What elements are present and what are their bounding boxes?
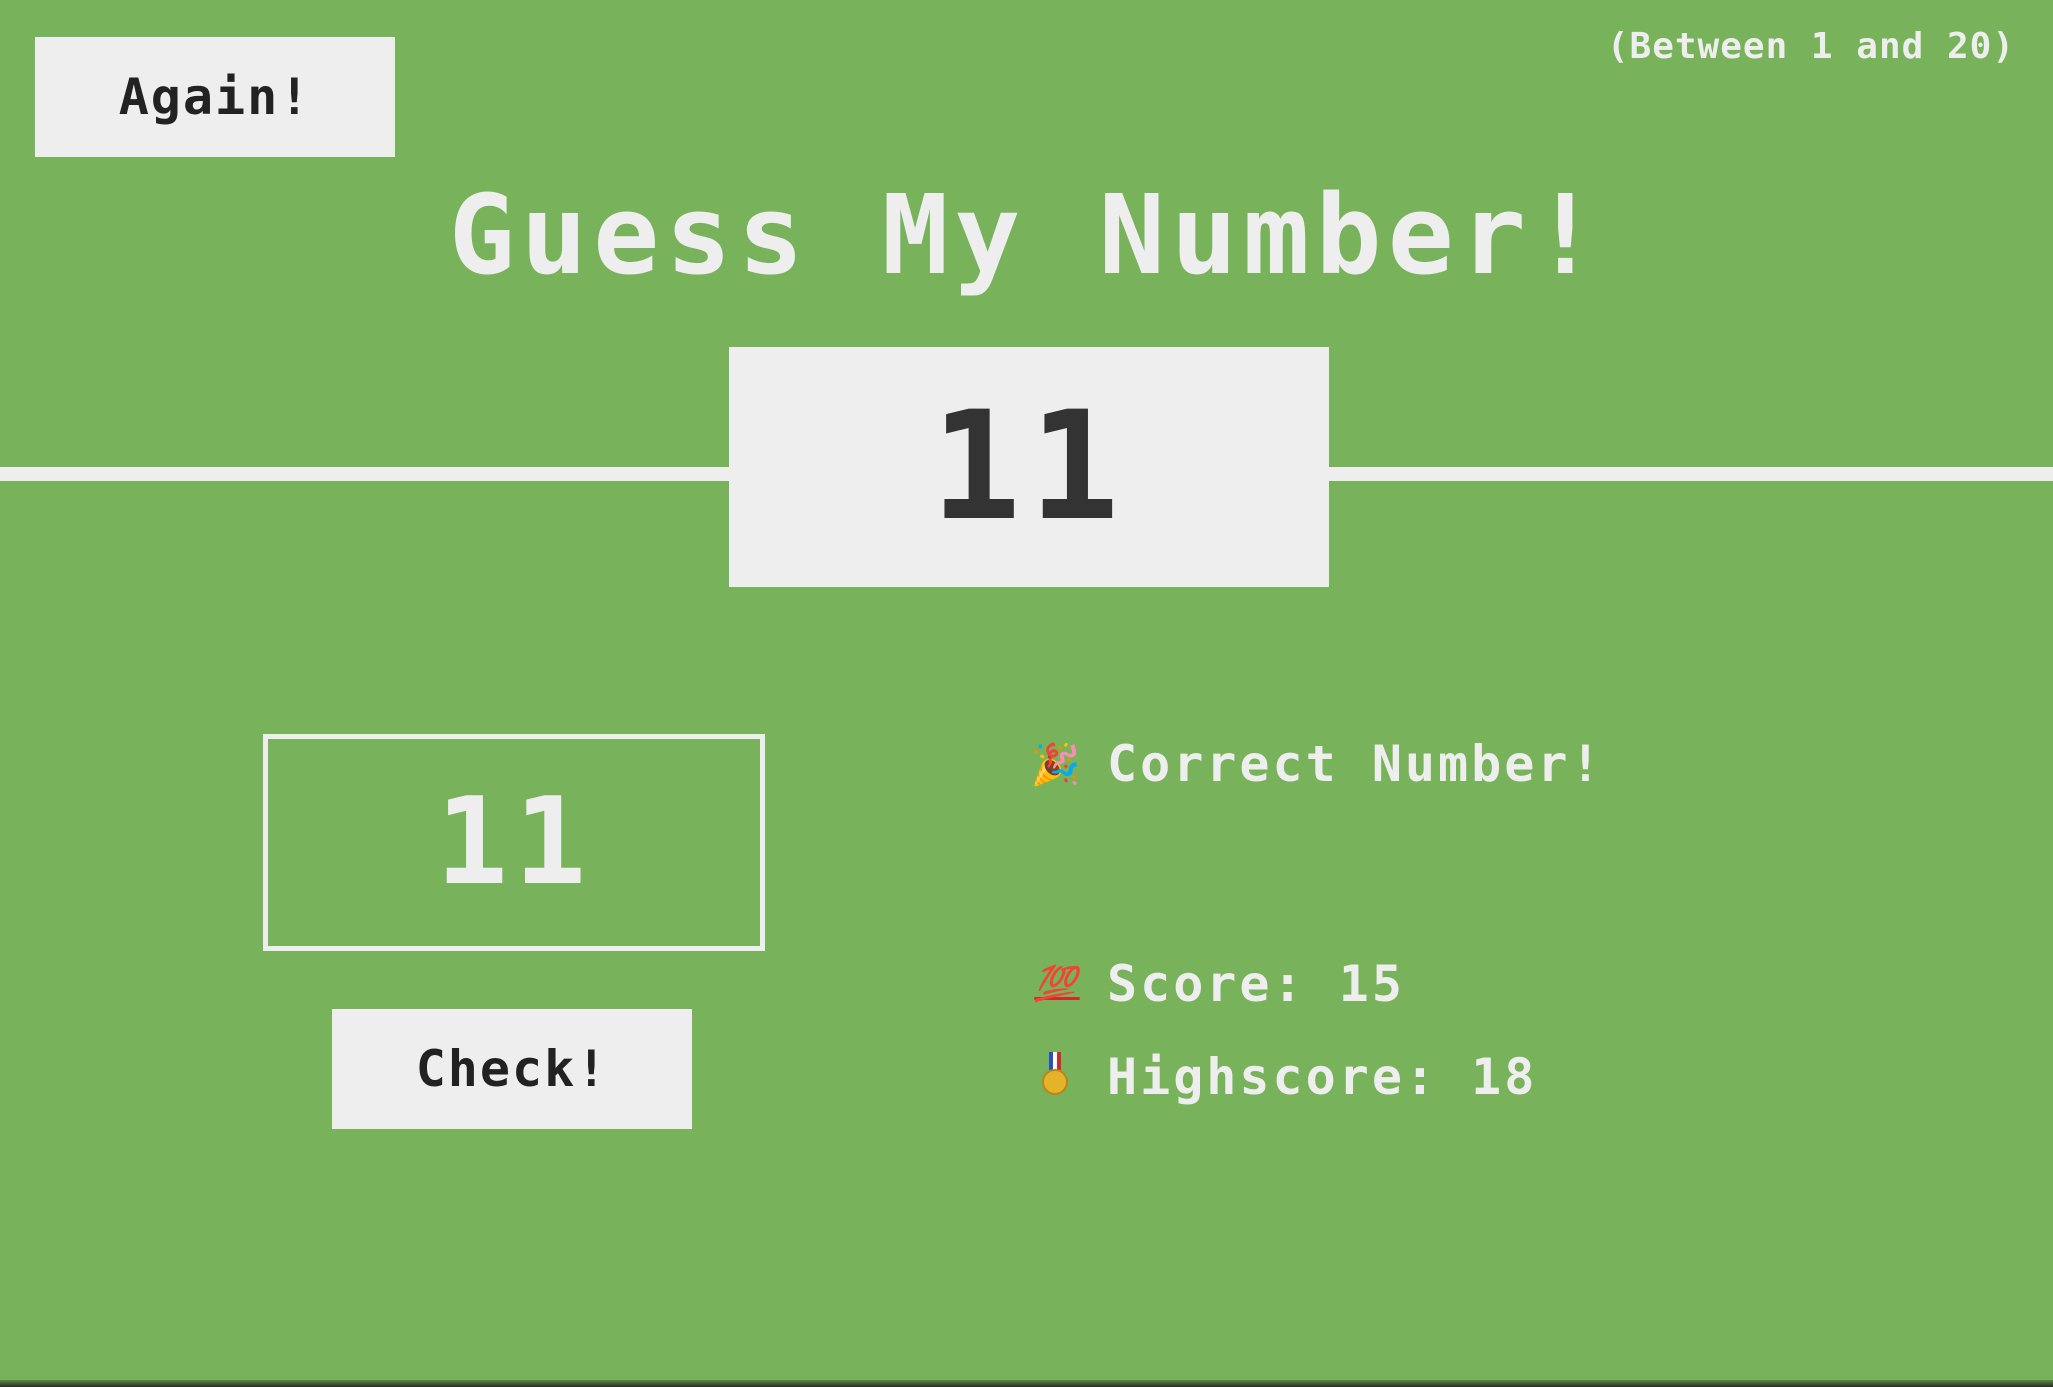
highscore-text: Highscore: 18 xyxy=(1107,1048,1538,1106)
score-text: Score: 15 xyxy=(1107,955,1405,1013)
hundred-points-icon: 💯 xyxy=(1034,964,1080,1004)
check-button[interactable]: Check! xyxy=(332,1009,692,1129)
window-bottom-edge xyxy=(0,1380,2053,1387)
message-line: 🎉 Correct Number! xyxy=(1027,735,1604,793)
message-text: Correct Number! xyxy=(1107,735,1604,793)
game-page: Again! (Between 1 and 20) Guess My Numbe… xyxy=(0,0,2053,1380)
highscore-line: Highscore: 18 xyxy=(1027,1048,1537,1106)
secret-number-box: 11 xyxy=(729,347,1329,587)
guess-input[interactable] xyxy=(263,734,765,951)
medal-icon xyxy=(1027,1052,1087,1102)
page-title: Guess My Number! xyxy=(448,171,1605,299)
again-button[interactable]: Again! xyxy=(35,37,395,157)
score-line: 💯 Score: 15 xyxy=(1027,955,1405,1013)
range-hint: (Between 1 and 20) xyxy=(1606,26,2015,67)
party-popper-icon: 🎉 xyxy=(1030,741,1084,788)
